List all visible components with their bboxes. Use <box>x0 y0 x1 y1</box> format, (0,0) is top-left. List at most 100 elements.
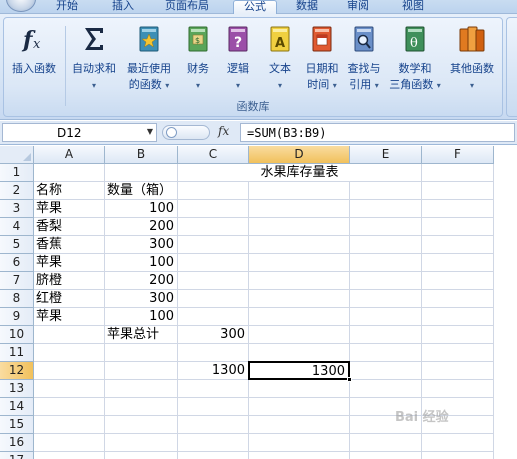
cell-f6[interactable] <box>422 254 494 272</box>
cell-b2[interactable]: 数量（箱） <box>105 182 178 200</box>
row-header-5[interactable]: 5 <box>0 236 34 254</box>
cell-e6[interactable] <box>350 254 422 272</box>
column-header-f[interactable]: F <box>422 146 494 164</box>
tab-data[interactable]: 数据 <box>296 0 318 14</box>
cell-e17[interactable] <box>350 452 422 459</box>
office-button[interactable] <box>6 0 36 12</box>
cell-e3[interactable] <box>350 200 422 218</box>
row-header-9[interactable]: 9 <box>0 308 34 326</box>
cell-f8[interactable] <box>422 290 494 308</box>
cell-d14[interactable] <box>249 398 350 416</box>
lookup-reference-button[interactable]: 查找与 引用 ▾ <box>343 24 385 94</box>
tab-review[interactable]: 审阅 <box>347 0 369 14</box>
cell-f13[interactable] <box>422 380 494 398</box>
cell-d11[interactable] <box>249 344 350 362</box>
select-all-corner[interactable] <box>0 146 34 164</box>
insert-function-button[interactable]: fx 插入函数 <box>6 24 62 77</box>
cell-a15[interactable] <box>34 416 105 434</box>
column-header-a[interactable]: A <box>34 146 105 164</box>
cell-f3[interactable] <box>422 200 494 218</box>
cell-b10[interactable]: 苹果总计 <box>105 326 178 344</box>
row-header-12[interactable]: 12 <box>0 362 34 380</box>
cell-d2[interactable] <box>249 182 350 200</box>
cell-b14[interactable] <box>105 398 178 416</box>
cell-c15[interactable] <box>178 416 249 434</box>
cell-f5[interactable] <box>422 236 494 254</box>
cell-f7[interactable] <box>422 272 494 290</box>
cell-d15[interactable] <box>249 416 350 434</box>
cell-a4[interactable]: 香梨 <box>34 218 105 236</box>
cell-c7[interactable] <box>178 272 249 290</box>
row-header-10[interactable]: 10 <box>0 326 34 344</box>
cell-d13[interactable] <box>249 380 350 398</box>
cell-c11[interactable] <box>178 344 249 362</box>
cell-d1[interactable]: 水果库存量表 <box>178 164 422 182</box>
cell-f10[interactable] <box>422 326 494 344</box>
cell-d4[interactable] <box>249 218 350 236</box>
row-header-14[interactable]: 14 <box>0 398 34 416</box>
cell-a10[interactable] <box>34 326 105 344</box>
cell-b8[interactable]: 300 <box>105 290 178 308</box>
cell-d16[interactable] <box>249 434 350 452</box>
cell-b12[interactable] <box>105 362 178 380</box>
cell-e12[interactable] <box>350 362 422 380</box>
cell-b3[interactable]: 100 <box>105 200 178 218</box>
row-header-7[interactable]: 7 <box>0 272 34 290</box>
cell-f17[interactable] <box>422 452 494 459</box>
text-button[interactable]: A 文本 ▾ <box>262 24 298 94</box>
cell-a14[interactable] <box>34 398 105 416</box>
cell-a7[interactable]: 脐橙 <box>34 272 105 290</box>
cell-f11[interactable] <box>422 344 494 362</box>
cell-b15[interactable] <box>105 416 178 434</box>
cell-c17[interactable] <box>178 452 249 459</box>
cell-e4[interactable] <box>350 218 422 236</box>
row-header-2[interactable]: 2 <box>0 182 34 200</box>
cell-f2[interactable] <box>422 182 494 200</box>
math-trig-button[interactable]: θ 数学和 三角函数 ▾ <box>389 24 441 94</box>
formula-input[interactable]: =SUM(B3:B9) <box>240 123 515 142</box>
cell-d8[interactable] <box>249 290 350 308</box>
tab-insert[interactable]: 插入 <box>112 0 134 14</box>
cell-f9[interactable] <box>422 308 494 326</box>
row-header-4[interactable]: 4 <box>0 218 34 236</box>
cell-a6[interactable]: 苹果 <box>34 254 105 272</box>
recently-used-button[interactable]: 最近使用 的函数 ▾ <box>121 24 177 94</box>
row-header-15[interactable]: 15 <box>0 416 34 434</box>
date-time-button[interactable]: 日期和 时间 ▾ <box>302 24 342 94</box>
cell-c9[interactable] <box>178 308 249 326</box>
cell-e10[interactable] <box>350 326 422 344</box>
cell-c5[interactable] <box>178 236 249 254</box>
cell-c2[interactable] <box>178 182 249 200</box>
cell-c14[interactable] <box>178 398 249 416</box>
cell-a12[interactable] <box>34 362 105 380</box>
cell-b11[interactable] <box>105 344 178 362</box>
cell-a16[interactable] <box>34 434 105 452</box>
cell-e13[interactable] <box>350 380 422 398</box>
cell-b17[interactable] <box>105 452 178 459</box>
insert-function-fx-button[interactable]: fx <box>218 124 229 138</box>
cell-b6[interactable]: 100 <box>105 254 178 272</box>
row-header-13[interactable]: 13 <box>0 380 34 398</box>
cell-e2[interactable] <box>350 182 422 200</box>
tab-formulas[interactable]: 公式 <box>233 0 277 15</box>
cell-c13[interactable] <box>178 380 249 398</box>
cell-a8[interactable]: 红橙 <box>34 290 105 308</box>
cell-e11[interactable] <box>350 344 422 362</box>
dropdown-arrow-icon[interactable]: ▼ <box>147 127 153 136</box>
tab-page-layout[interactable]: 页面布局 <box>165 0 209 14</box>
cell-e16[interactable] <box>350 434 422 452</box>
cell-d12[interactable]: 1300 <box>248 361 350 380</box>
more-functions-button[interactable]: 其他函数 ▾ <box>445 24 499 94</box>
cell-b7[interactable]: 200 <box>105 272 178 290</box>
cell-a11[interactable] <box>34 344 105 362</box>
cell-c16[interactable] <box>178 434 249 452</box>
cell-b13[interactable] <box>105 380 178 398</box>
column-header-b[interactable]: B <box>105 146 178 164</box>
row-header-8[interactable]: 8 <box>0 290 34 308</box>
fill-handle[interactable] <box>347 377 352 382</box>
row-header-11[interactable]: 11 <box>0 344 34 362</box>
column-header-d[interactable]: D <box>249 146 350 164</box>
cell-d3[interactable] <box>249 200 350 218</box>
logical-button[interactable]: ? 逻辑 ▾ <box>220 24 256 94</box>
cell-e9[interactable] <box>350 308 422 326</box>
